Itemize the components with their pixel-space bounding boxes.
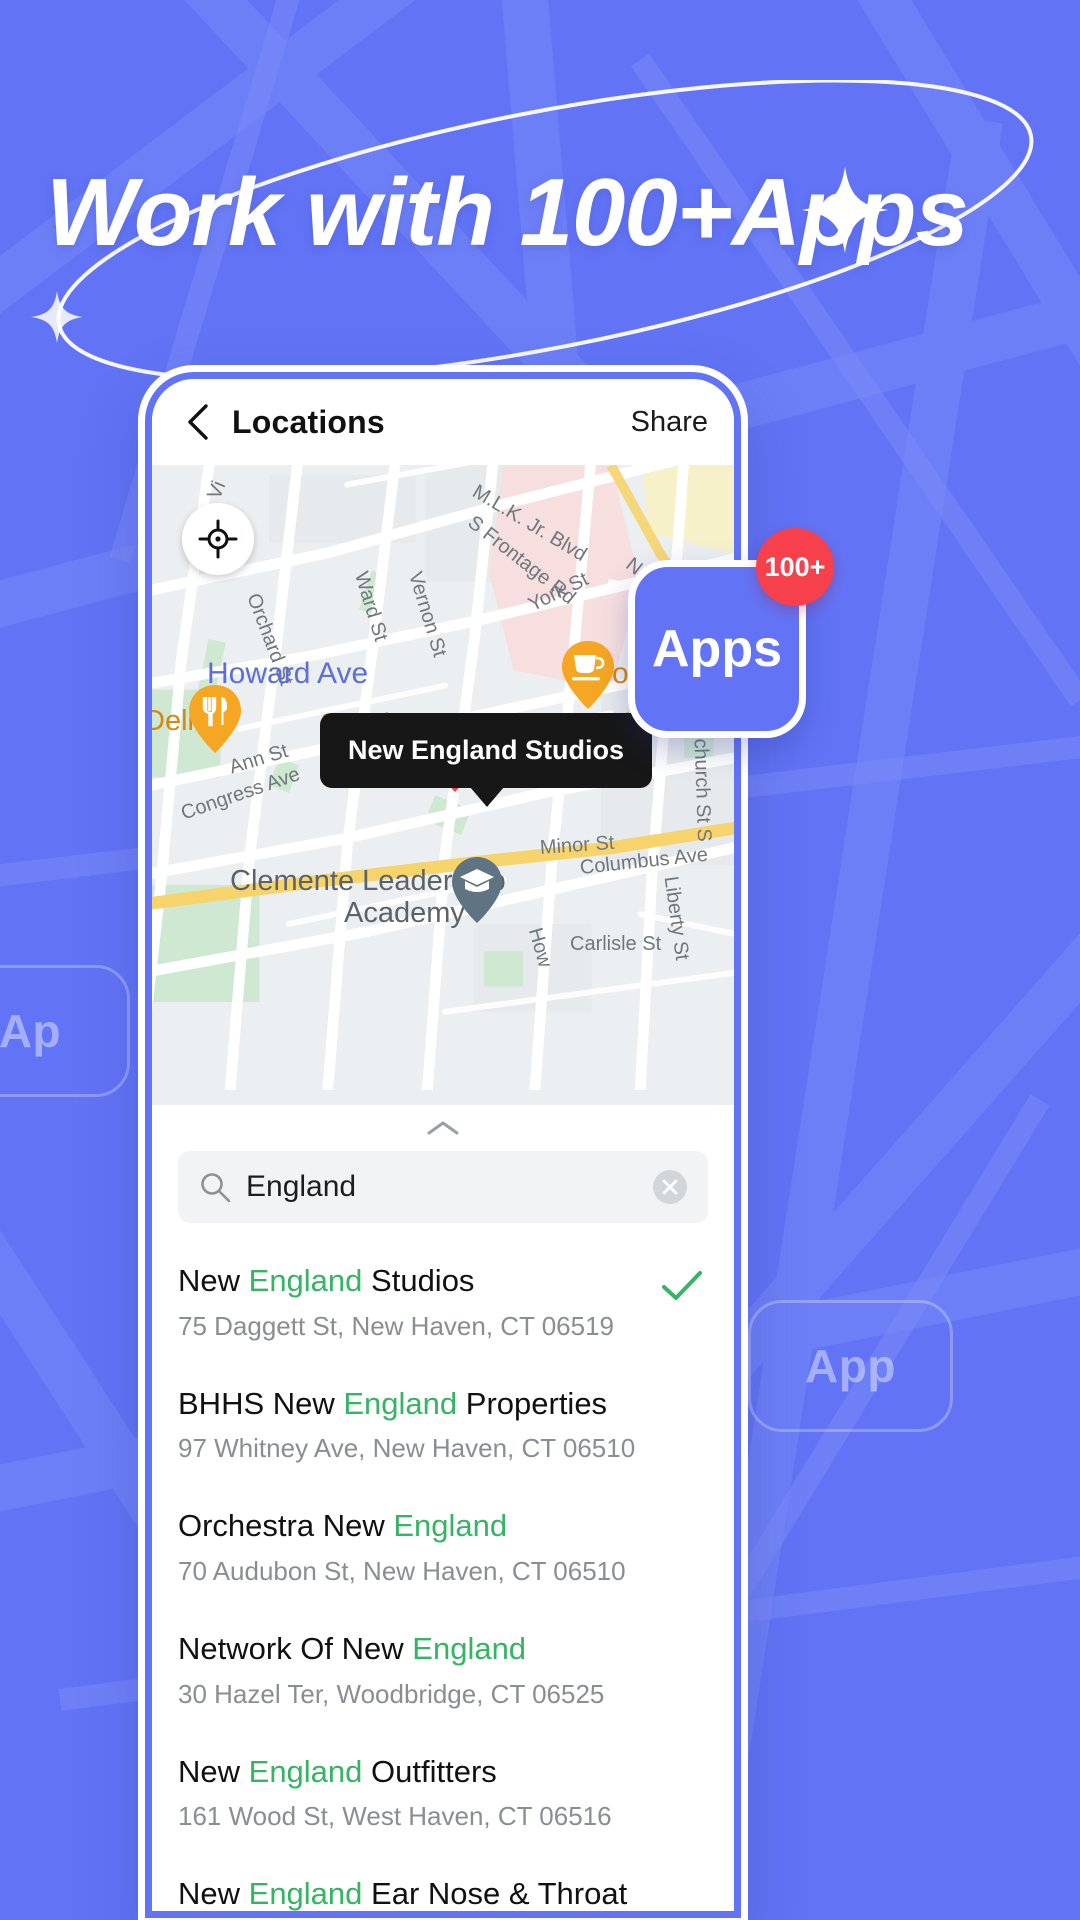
list-item[interactable]: New England Ear Nose & Throat — [178, 1852, 708, 1911]
map-tooltip: New England Studios — [320, 713, 653, 807]
clear-icon[interactable] — [652, 1169, 688, 1205]
result-content: New England Outfitters 161 Wood St, West … — [178, 1752, 656, 1833]
selected-check-icon — [656, 1261, 708, 1303]
sheet-expand-handle[interactable] — [152, 1111, 734, 1145]
result-address: 97 Whitney Ave, New Haven, CT 06510 — [178, 1433, 636, 1464]
ghost-app-card-right: App — [748, 1300, 953, 1432]
result-name: BHHS New England Properties — [178, 1385, 608, 1421]
result-content: New England Ear Nose & Throat — [178, 1874, 656, 1911]
share-button[interactable]: Share — [631, 406, 708, 439]
selected-check-icon — [656, 1752, 708, 1760]
restaurant-pin[interactable] — [187, 683, 243, 760]
result-name: New England Outfitters — [178, 1753, 497, 1789]
hero-section: Work with 100+Apps — [0, 80, 1080, 380]
result-address: 75 Daggett St, New Haven, CT 06519 — [178, 1310, 614, 1341]
result-name-match: England — [248, 1876, 363, 1911]
result-content: Orchestra New England 70 Audubon St, New … — [178, 1506, 656, 1587]
result-address: 161 Wood St, West Haven, CT 06516 — [178, 1801, 612, 1832]
result-name: Orchestra New England — [178, 1508, 508, 1544]
result-name-match: England — [343, 1385, 458, 1421]
search-value: England — [246, 1170, 357, 1203]
result-content: BHHS New England Properties 97 Whitney Av… — [178, 1384, 656, 1465]
result-name-match: England — [393, 1508, 508, 1544]
result-name: New England Ear Nose & Throat — [178, 1876, 628, 1911]
app-header: Locations Share — [152, 379, 734, 465]
bottom-sheet: England New England Studios 75 Daggett St… — [152, 1105, 734, 1911]
locate-me-button[interactable] — [182, 503, 254, 575]
search-icon — [201, 1173, 231, 1203]
school-pin[interactable] — [450, 855, 504, 930]
list-item[interactable]: Network Of New England 30 Hazel Ter, Wood… — [178, 1607, 708, 1730]
sparkle-icon-small — [30, 290, 84, 344]
ghost-app-card-left: Ap — [0, 965, 130, 1097]
apps-badge-label: Apps — [652, 620, 782, 678]
selected-check-icon — [656, 1506, 708, 1514]
list-item[interactable]: Orchestra New England 70 Audubon St, New … — [178, 1484, 708, 1607]
list-item[interactable]: BHHS New England Properties 97 Whitney Av… — [178, 1362, 708, 1485]
result-name-match: England — [248, 1753, 363, 1789]
search-row: England — [152, 1145, 734, 1223]
map-view[interactable]: ViM.L.K. Jr. BlvdS Frontage RdN FOrchard… — [152, 465, 734, 1105]
list-item[interactable]: New England Studios 75 Daggett St, New Ha… — [178, 1239, 708, 1362]
result-name: Network Of New England — [178, 1631, 527, 1667]
chevron-left-icon — [188, 404, 208, 440]
search-results-list: New England Studios 75 Daggett St, New Ha… — [152, 1223, 734, 1911]
ghost-card-label: App — [805, 1340, 896, 1392]
page-title: Locations — [232, 403, 385, 440]
apps-count-badge: 100+ — [756, 528, 834, 606]
result-content: New England Studios 75 Daggett St, New Ha… — [178, 1261, 656, 1342]
chevron-up-icon — [427, 1121, 459, 1135]
result-address: 70 Audubon St, New Haven, CT 06510 — [178, 1556, 626, 1587]
result-name-match: England — [412, 1631, 527, 1667]
result-name-match: England — [248, 1263, 363, 1298]
selected-check-icon — [656, 1874, 708, 1882]
sparkle-icon-large — [800, 165, 890, 255]
result-content: Network Of New England 30 Hazel Ter, Wood… — [178, 1629, 656, 1710]
apps-count-label: 100+ — [764, 551, 826, 582]
search-input[interactable]: England — [178, 1151, 708, 1223]
selected-check-icon — [656, 1384, 708, 1392]
crosshair-icon — [198, 519, 238, 559]
list-item[interactable]: New England Outfitters 161 Wood St, West … — [178, 1730, 708, 1853]
result-name: New England Studios — [178, 1263, 475, 1298]
cafe-pin[interactable] — [560, 639, 616, 716]
back-button[interactable] — [178, 402, 218, 442]
result-address: 30 Hazel Ter, Woodbridge, CT 06525 — [178, 1678, 605, 1709]
ghost-card-label: Ap — [0, 1005, 62, 1057]
selected-check-icon — [656, 1629, 708, 1637]
